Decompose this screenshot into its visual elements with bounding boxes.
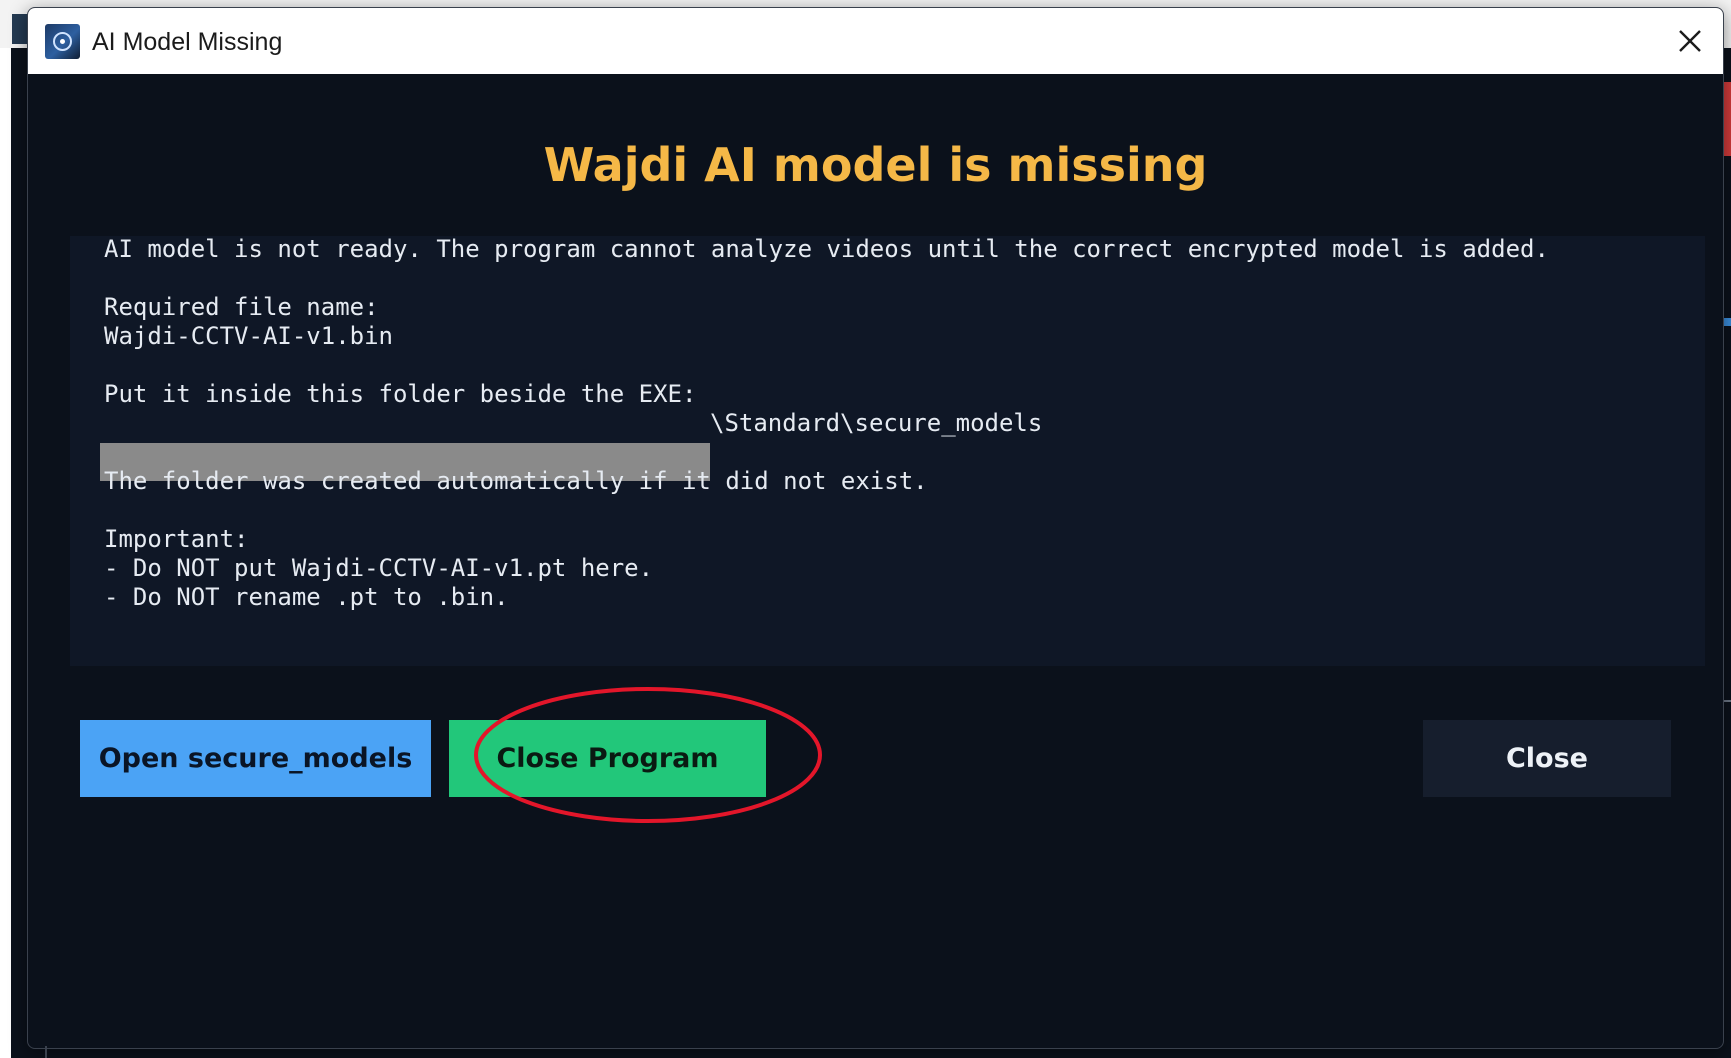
close-program-button[interactable]: Close Program — [449, 720, 766, 797]
message-line: - Do NOT rename .pt to .bin. — [104, 583, 509, 611]
message-line: Put it inside this folder beside the EXE… — [104, 380, 697, 408]
message-line: The folder was created automatically if … — [104, 467, 928, 495]
message-line: - Do NOT put Wajdi-CCTV-AI-v1.pt here. — [104, 554, 654, 582]
background-blue-marker — [1723, 318, 1731, 326]
background-app-icon — [12, 14, 28, 44]
close-button[interactable]: Close — [1423, 720, 1671, 797]
close-icon — [1679, 30, 1701, 52]
background-red-marker — [1723, 82, 1731, 156]
dialog-heading: Wajdi AI model is missing — [543, 138, 1208, 192]
message-line: AI model is not ready. The program canno… — [104, 235, 1549, 263]
message-filename: Wajdi-CCTV-AI-v1.bin — [104, 322, 393, 350]
background-edge — [45, 1046, 47, 1058]
message-line: Important: — [104, 525, 249, 553]
ai-model-missing-dialog: AI Model Missing Wajdi AI model is missi… — [27, 7, 1724, 1049]
message-line: Required file name: — [104, 293, 379, 321]
message-panel: AI model is not ready. The program canno… — [70, 235, 1705, 666]
dialog-titlebar: AI Model Missing — [28, 8, 1723, 74]
open-secure-models-button[interactable]: Open secure_models — [80, 720, 431, 797]
message-folder-path: \Standard\secure_models — [710, 409, 1043, 437]
background-divider — [1723, 700, 1731, 702]
dialog-title: AI Model Missing — [92, 28, 283, 56]
close-window-button[interactable] — [1657, 8, 1723, 74]
app-logo-icon — [45, 24, 80, 59]
